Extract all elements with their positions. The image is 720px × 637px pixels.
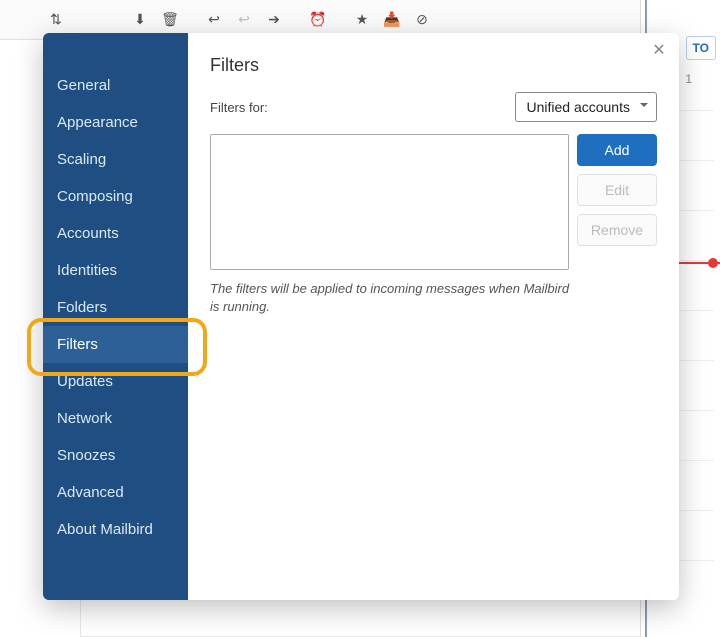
edit-button: Edit bbox=[577, 174, 657, 206]
sidebar-item-label: About Mailbird bbox=[57, 521, 153, 538]
sidebar-item-label: Appearance bbox=[57, 114, 138, 131]
filter-buttons: Add Edit Remove bbox=[577, 134, 657, 270]
remove-button: Remove bbox=[577, 214, 657, 246]
trash-icon: 🗑 bbox=[158, 8, 182, 32]
sidebar-item-scaling[interactable]: Scaling bbox=[43, 141, 188, 178]
sidebar-item-label: Scaling bbox=[57, 151, 106, 168]
now-marker bbox=[708, 258, 718, 268]
sidebar-item-label: Updates bbox=[57, 373, 113, 390]
sidebar-item-composing[interactable]: Composing bbox=[43, 178, 188, 215]
sidebar-item-label: Network bbox=[57, 410, 112, 427]
sidebar-item-general[interactable]: General bbox=[43, 67, 188, 104]
sidebar-item-filters[interactable]: Filters bbox=[43, 326, 188, 363]
sidebar-item-updates[interactable]: Updates bbox=[43, 363, 188, 400]
panel-title: Filters bbox=[210, 55, 657, 76]
filters-body: Add Edit Remove bbox=[210, 134, 657, 270]
sidebar-item-folders[interactable]: Folders bbox=[43, 289, 188, 326]
sidebar-item-label: Composing bbox=[57, 188, 133, 205]
account-dropdown[interactable]: Unified accounts bbox=[515, 92, 657, 122]
settings-sidebar: General Appearance Scaling Composing Acc… bbox=[43, 33, 188, 600]
sidebar-item-advanced[interactable]: Advanced bbox=[43, 474, 188, 511]
account-dropdown-value: Unified accounts bbox=[526, 99, 630, 115]
forward-icon: ➔ bbox=[262, 8, 286, 32]
reply-all-icon: ↩ bbox=[232, 8, 256, 32]
sidebar-item-network[interactable]: Network bbox=[43, 400, 188, 437]
sort-icon: ⇅ bbox=[44, 8, 68, 32]
sidebar-item-label: Advanced bbox=[57, 484, 124, 501]
sidebar-item-label: Filters bbox=[57, 336, 98, 353]
block-icon: ⊘ bbox=[410, 8, 434, 32]
archive-icon: 📥 bbox=[380, 8, 404, 32]
filters-hint: The filters will be applied to incoming … bbox=[210, 280, 580, 316]
filters-for-row: Filters for: Unified accounts bbox=[210, 92, 657, 122]
sidebar-item-label: General bbox=[57, 77, 110, 94]
sidebar-item-accounts[interactable]: Accounts bbox=[43, 215, 188, 252]
filters-listbox[interactable] bbox=[210, 134, 569, 270]
sidebar-item-identities[interactable]: Identities bbox=[43, 252, 188, 289]
sidebar-item-snoozes[interactable]: Snoozes bbox=[43, 437, 188, 474]
today-button[interactable]: TO bbox=[686, 36, 716, 60]
sidebar-item-about[interactable]: About Mailbird bbox=[43, 511, 188, 548]
sidebar-item-label: Snoozes bbox=[57, 447, 115, 464]
sidebar-item-label: Accounts bbox=[57, 225, 119, 242]
sidebar-item-label: Folders bbox=[57, 299, 107, 316]
clock-icon: ⏰ bbox=[306, 8, 330, 32]
filters-for-label: Filters for: bbox=[210, 100, 268, 115]
add-button[interactable]: Add bbox=[577, 134, 657, 166]
sidebar-item-label: Identities bbox=[57, 262, 117, 279]
download-icon: ⬇ bbox=[128, 8, 152, 32]
settings-modal: ✕ General Appearance Scaling Composing A… bbox=[43, 33, 679, 600]
sidebar-item-appearance[interactable]: Appearance bbox=[43, 104, 188, 141]
star-icon: ★ bbox=[350, 8, 374, 32]
calendar-badge: 1 bbox=[685, 72, 692, 86]
filters-panel: Filters Filters for: Unified accounts Ad… bbox=[188, 33, 679, 600]
reply-icon: ↩ bbox=[202, 8, 226, 32]
